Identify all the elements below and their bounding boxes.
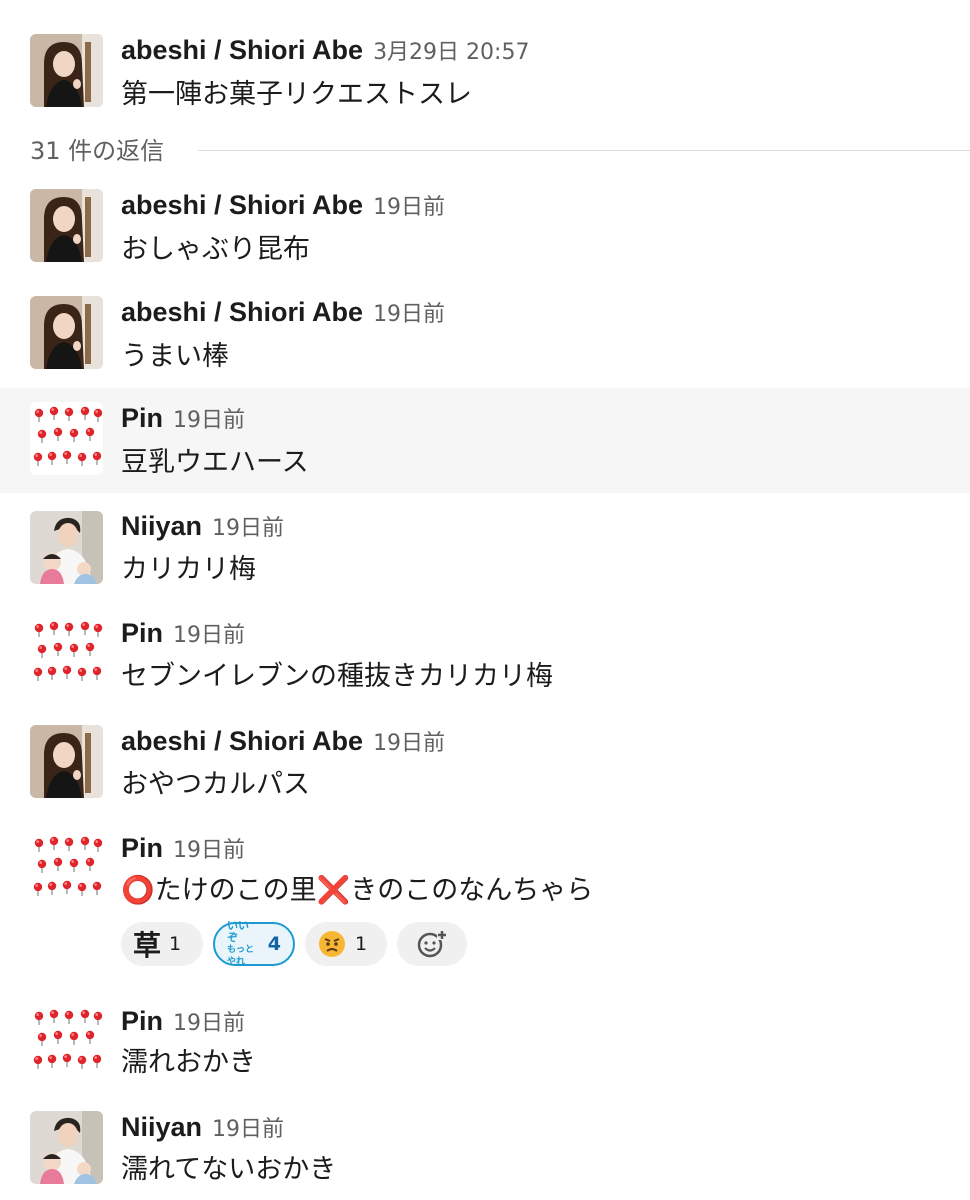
- parent-message: abeshi / Shiori Abe 3月29日 20:57 第一陣お菓子リクエ…: [0, 32, 970, 112]
- author-name[interactable]: abeshi / Shiori Abe: [121, 35, 363, 65]
- author-name[interactable]: Niiyan: [121, 1112, 202, 1142]
- shiori-avatar: [30, 189, 103, 262]
- author-name[interactable]: Pin: [121, 833, 163, 863]
- avatar[interactable]: [30, 617, 103, 690]
- niiyan-avatar: [30, 511, 103, 584]
- author-name[interactable]: abeshi / Shiori Abe: [121, 190, 363, 220]
- divider: [198, 150, 970, 151]
- author-name[interactable]: Pin: [121, 1006, 163, 1036]
- shiori-avatar: [30, 296, 103, 369]
- avatar[interactable]: [30, 832, 103, 905]
- avatar[interactable]: [30, 725, 103, 798]
- pushpin-avatar: [30, 402, 103, 475]
- author-name[interactable]: abeshi / Shiori Abe: [121, 297, 363, 327]
- message-text: 濡れおかき: [121, 1047, 256, 1078]
- message-text: ⭕たけのこの里❌きのこのなんちゃら: [121, 875, 594, 906]
- avatar[interactable]: [30, 296, 103, 369]
- reply-message: abeshi / Shiori Abe 19日前 おやつカルパス: [0, 723, 970, 811]
- pushpin-avatar: [30, 832, 103, 905]
- reaction-bar: 草 1 いいぞ もっとやれ 4 1: [121, 919, 467, 968]
- reply-count: 31 件の返信: [30, 137, 165, 165]
- reaction-kusa[interactable]: 草 1: [121, 922, 203, 966]
- pushpin-avatar: [30, 1005, 103, 1078]
- timestamp[interactable]: 19日前: [173, 408, 245, 433]
- add-reaction-button[interactable]: [397, 922, 467, 966]
- message-text: 濡れてないおかき: [121, 1154, 337, 1185]
- angry-face-emoji: [319, 931, 345, 957]
- red-circle-emoji: ⭕: [121, 875, 155, 906]
- message-text: カリカリ梅: [121, 554, 256, 585]
- timestamp[interactable]: 19日前: [373, 195, 445, 220]
- avatar[interactable]: [30, 511, 103, 584]
- reply-message: Pin 19日前 ⭕たけのこの里❌きのこのなんちゃら 草 1 いいぞ もっとやれ …: [0, 830, 970, 980]
- shiori-avatar: [30, 34, 103, 107]
- message-text: 第一陣お菓子リクエストスレ: [121, 79, 472, 110]
- shiori-avatar: [30, 725, 103, 798]
- reply-message: Pin 19日前 濡れおかき: [0, 1003, 970, 1091]
- timestamp[interactable]: 19日前: [173, 838, 245, 863]
- timestamp[interactable]: 19日前: [373, 731, 445, 756]
- message-text: おやつカルパス: [121, 769, 310, 800]
- reaction-count: 4: [267, 933, 281, 955]
- reply-message: abeshi / Shiori Abe 19日前 おしゃぶり昆布: [0, 187, 970, 275]
- kusa-emoji: 草: [133, 929, 162, 962]
- timestamp[interactable]: 3月29日 20:57: [373, 40, 529, 65]
- author-name[interactable]: abeshi / Shiori Abe: [121, 726, 363, 756]
- reply-message: Pin 19日前 セブンイレブンの種抜きカリカリ梅: [0, 615, 970, 703]
- timestamp[interactable]: 19日前: [212, 516, 284, 541]
- avatar[interactable]: [30, 402, 103, 475]
- reaction-iizo-motto-yare[interactable]: いいぞ もっとやれ 4: [213, 919, 295, 968]
- timestamp[interactable]: 19日前: [173, 1011, 245, 1036]
- timestamp[interactable]: 19日前: [212, 1117, 284, 1142]
- reply-message-hovered: Pin 19日前 豆乳ウエハース: [0, 388, 970, 493]
- add-reaction-icon: [417, 930, 447, 958]
- reaction-count: 1: [355, 933, 368, 955]
- author-name[interactable]: Pin: [121, 403, 163, 433]
- avatar[interactable]: [30, 1111, 103, 1184]
- message-text: 豆乳ウエハース: [121, 447, 309, 478]
- author-name[interactable]: Pin: [121, 618, 163, 648]
- message-text: おしゃぶり昆布: [121, 234, 310, 265]
- reply-message: abeshi / Shiori Abe 19日前 うまい棒: [0, 294, 970, 382]
- timestamp[interactable]: 19日前: [173, 623, 245, 648]
- reaction-count: 1: [169, 933, 182, 955]
- pushpin-avatar: [30, 617, 103, 690]
- avatar[interactable]: [30, 34, 103, 107]
- author-name[interactable]: Niiyan: [121, 511, 202, 541]
- niiyan-avatar: [30, 1111, 103, 1184]
- avatar[interactable]: [30, 1005, 103, 1078]
- message-text: セブンイレブンの種抜きカリカリ梅: [121, 661, 553, 692]
- cross-mark-emoji: ❌: [316, 875, 351, 906]
- reply-message: Niiyan 19日前 濡れてないおかき: [0, 1109, 970, 1197]
- message-text: うまい棒: [121, 341, 229, 372]
- avatar[interactable]: [30, 189, 103, 262]
- reaction-angry[interactable]: 1: [305, 922, 387, 966]
- reply-message: Niiyan 19日前 カリカリ梅: [0, 508, 970, 596]
- iizo-motto-yare-emoji: いいぞ もっとやれ: [227, 919, 255, 968]
- timestamp[interactable]: 19日前: [373, 302, 445, 327]
